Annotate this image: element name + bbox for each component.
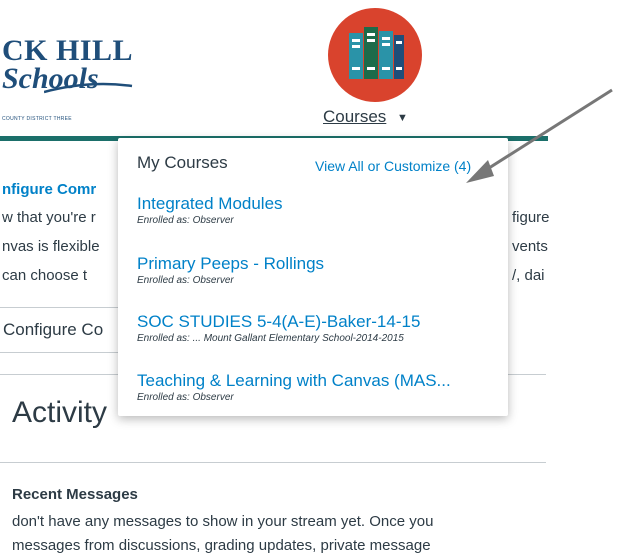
courses-label: Courses — [323, 107, 387, 126]
dropdown-title: My Courses — [137, 153, 228, 172]
logo-swoosh — [44, 82, 133, 94]
recent-messages-heading: Recent Messages — [12, 486, 138, 503]
intro-line-2: nvas is flexible — [2, 238, 100, 255]
messages-empty-line-1: don't have any messages to show in your … — [12, 513, 434, 530]
course-name[interactable]: Primary Peeps - Rollings — [137, 254, 324, 274]
messages-empty-line-2: messages from discussions, grading updat… — [12, 537, 431, 554]
intro-line-1-right: figure — [512, 209, 550, 226]
course-enrollment: Enrolled as: Observer — [137, 392, 234, 403]
view-all-link[interactable]: View All or Customize (4) — [315, 158, 471, 174]
course-name[interactable]: Integrated Modules — [137, 194, 283, 214]
course-name[interactable]: Teaching & Learning with Canvas (MAS... — [137, 371, 451, 391]
course-enrollment: Enrolled as: Observer — [137, 275, 234, 286]
course-item[interactable]: Integrated Modules Enrolled as: Observer — [137, 194, 283, 226]
school-logo[interactable]: CK HILL Schools COUNTY DISTRICT THREE — [0, 28, 140, 122]
intro-line-3: can choose t — [2, 267, 88, 284]
course-enrollment: Enrolled as: Observer — [137, 215, 234, 226]
logo-line-3: COUNTY DISTRICT THREE — [2, 116, 72, 122]
course-item[interactable]: Primary Peeps - Rollings Enrolled as: Ob… — [137, 254, 324, 286]
intro-line-3-right: /, dai — [512, 267, 545, 284]
courses-dropdown: My Courses View All or Customize (4) Int… — [118, 138, 508, 416]
course-item[interactable]: SOC STUDIES 5-4(A-E)-Baker-14-15 Enrolle… — [137, 312, 420, 344]
activity-heading: Activity — [12, 396, 108, 429]
course-name[interactable]: SOC STUDIES 5-4(A-E)-Baker-14-15 — [137, 312, 420, 332]
divider — [0, 462, 546, 463]
intro-line-1: w that you're r — [2, 209, 96, 226]
books-icon[interactable] — [327, 7, 423, 103]
course-item[interactable]: Teaching & Learning with Canvas (MAS... … — [137, 371, 451, 403]
courses-nav-link[interactable]: Courses ▼ — [323, 107, 408, 127]
configure-button-label: Configure Co — [3, 320, 104, 339]
intro-line-2-right: vents — [512, 238, 548, 255]
caret-down-icon: ▼ — [397, 111, 408, 124]
course-enrollment: Enrolled as: ... Mount Gallant Elementar… — [137, 333, 404, 344]
configure-dashboard-link[interactable]: nfigure Comr — [2, 181, 96, 198]
